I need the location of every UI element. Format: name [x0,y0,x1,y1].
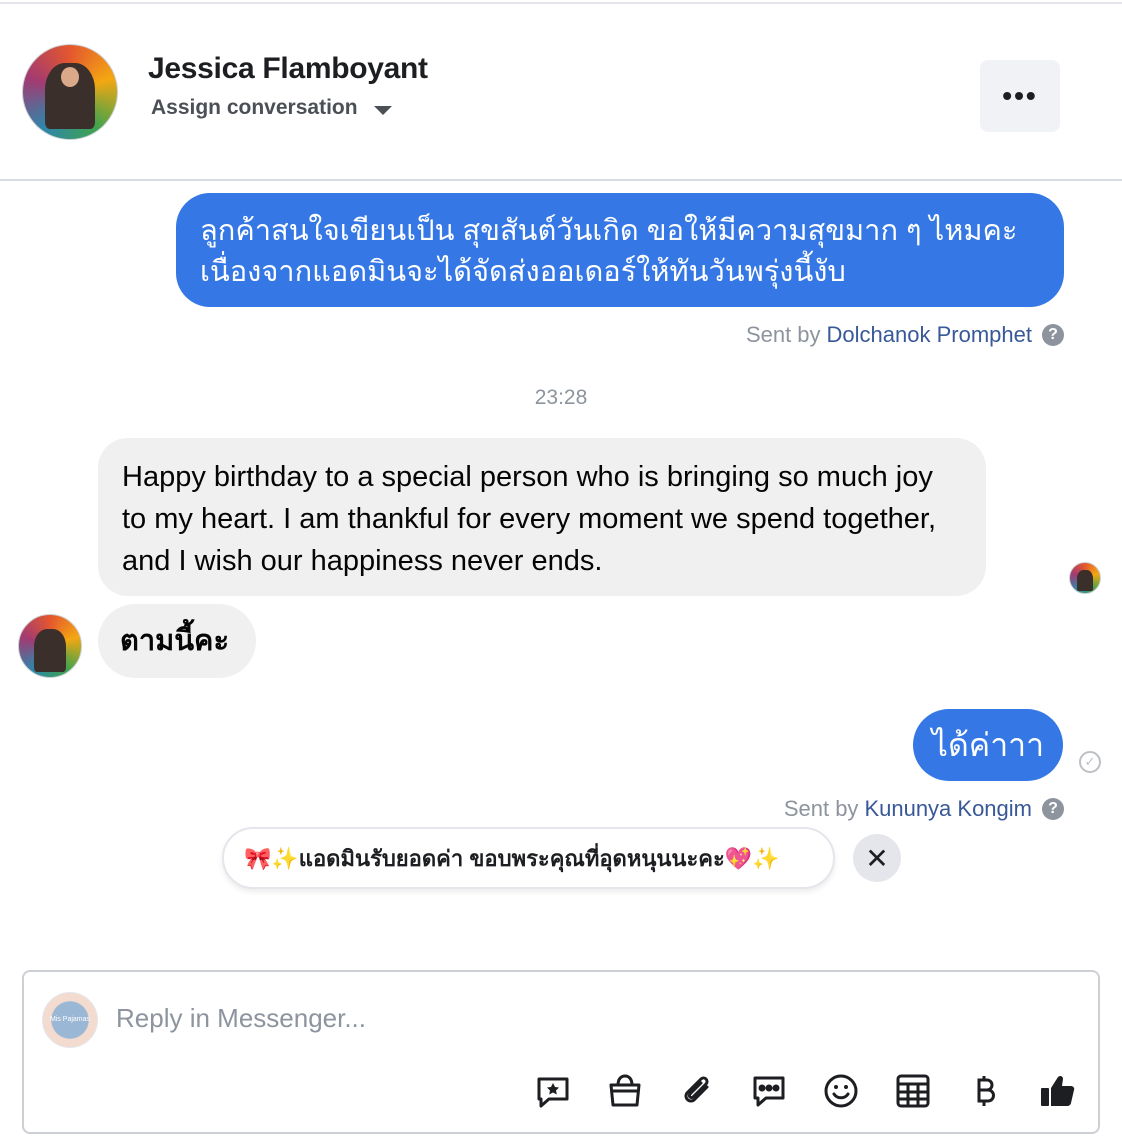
caret-down-icon [373,105,392,115]
sender-name[interactable]: Dolchanok Promphet [827,322,1032,348]
contact-avatar-small[interactable] [18,614,82,678]
attachment-icon[interactable] [674,1068,720,1114]
sender-name[interactable]: Kununya Kongim [864,796,1032,822]
outgoing-message-bubble: ลูกค้าสนใจเขียนเป็น สุขสันต์วันเกิด ขอให… [176,193,1064,307]
page-avatar: Mis Pajamas [42,992,98,1048]
page-avatar-text: Mis Pajamas [49,1016,91,1023]
assign-conversation-dropdown[interactable]: Assign conversation [151,96,392,120]
sent-by-line: Sent by Dolchanok Promphet ? [746,322,1064,348]
sent-by-prefix: Sent by [783,796,859,821]
contact-name[interactable]: Jessica Flamboyant [148,52,428,86]
saved-reply-icon[interactable] [530,1068,576,1114]
assign-conversation-label: Assign conversation [151,96,358,119]
sent-by-prefix: Sent by [745,322,821,347]
contact-avatar[interactable] [22,44,118,140]
close-icon[interactable]: ✕ [853,834,901,882]
shop-bag-icon[interactable] [602,1068,648,1114]
outgoing-message-bubble: ได้ค่าาา [913,709,1063,781]
saved-reply-suggestion[interactable]: 🎀✨แอดมินรับยอดค่า ขอบพระคุณที่อุดหนุนนะค… [222,827,835,889]
table-icon[interactable] [890,1068,936,1114]
chat-dots-icon[interactable] [746,1068,792,1114]
thumbs-up-icon[interactable] [1034,1068,1080,1114]
message-timestamp: 23:28 [534,386,588,409]
emoji-icon[interactable] [818,1068,864,1114]
delivered-check-icon: ✓ [1079,751,1101,773]
read-receipt-avatar [1069,562,1101,594]
help-icon[interactable]: ? [1042,324,1064,346]
reply-composer: Mis Pajamas [22,970,1100,1134]
reply-input[interactable] [116,998,816,1038]
incoming-message-bubble: Happy birthday to a special person who i… [98,438,986,596]
composer-toolbar [530,1068,1080,1114]
incoming-message-bubble: ตามนี้คะ [98,604,256,678]
conversation-header: Jessica Flamboyant Assign conversation •… [0,4,1122,181]
baht-icon[interactable] [962,1068,1008,1114]
more-options-button[interactable]: ••• [980,60,1060,132]
sent-by-line: Sent by Kununya Kongim ? [784,796,1064,822]
help-icon[interactable]: ? [1042,798,1064,820]
